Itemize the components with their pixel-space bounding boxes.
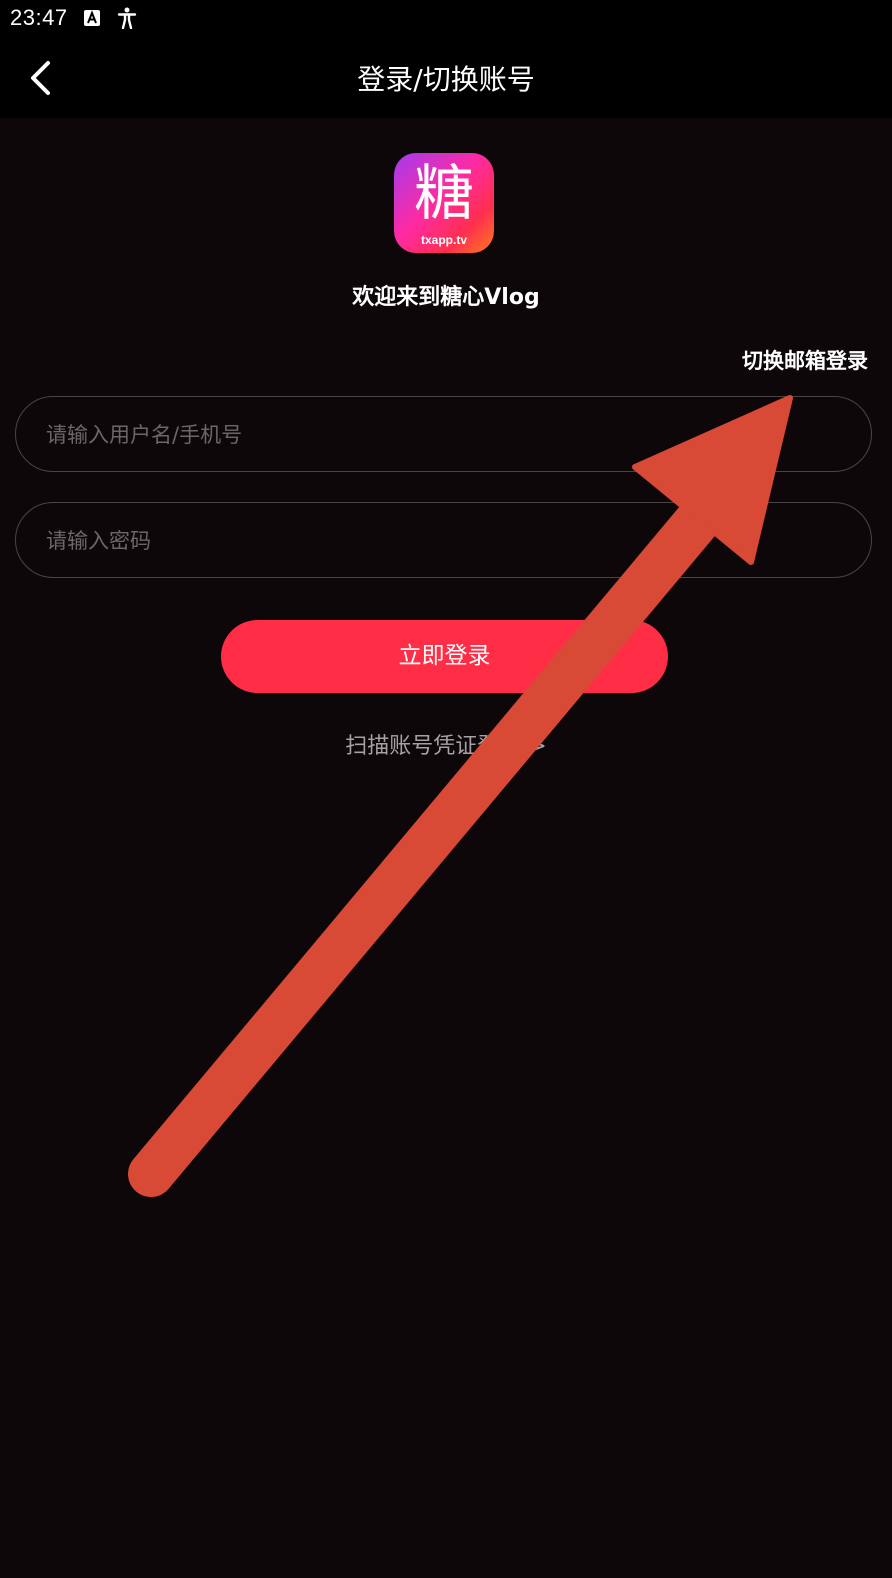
password-input[interactable]: [44, 503, 838, 578]
password-field-container: [15, 502, 872, 578]
login-screen: 23:47 登录/切换账号 糖 txapp.tv 欢迎来到糖心Vlog 切换邮箱…: [0, 0, 892, 1578]
scan-credential-login-link[interactable]: 扫描账号凭证登录 >: [0, 728, 892, 760]
a-notification-icon: [84, 10, 100, 26]
username-field-container: [15, 396, 872, 472]
status-time: 23:47: [10, 5, 68, 30]
status-bar: 23:47: [0, 0, 892, 38]
login-button[interactable]: 立即登录: [221, 620, 668, 693]
accessibility-icon: [117, 7, 137, 29]
logo-glyph: 糖: [414, 159, 474, 229]
app-logo: 糖 txapp.tv: [394, 153, 494, 253]
logo-domain: txapp.tv: [420, 233, 467, 247]
username-input[interactable]: [44, 397, 838, 472]
annotation-arrow-shaft: [128, 477, 738, 1197]
page-title: 登录/切换账号: [357, 63, 535, 96]
app-bar: 登录/切换账号: [0, 38, 892, 118]
welcome-text: 欢迎来到糖心Vlog: [352, 285, 540, 310]
switch-email-login-link[interactable]: 切换邮箱登录: [742, 345, 868, 375]
